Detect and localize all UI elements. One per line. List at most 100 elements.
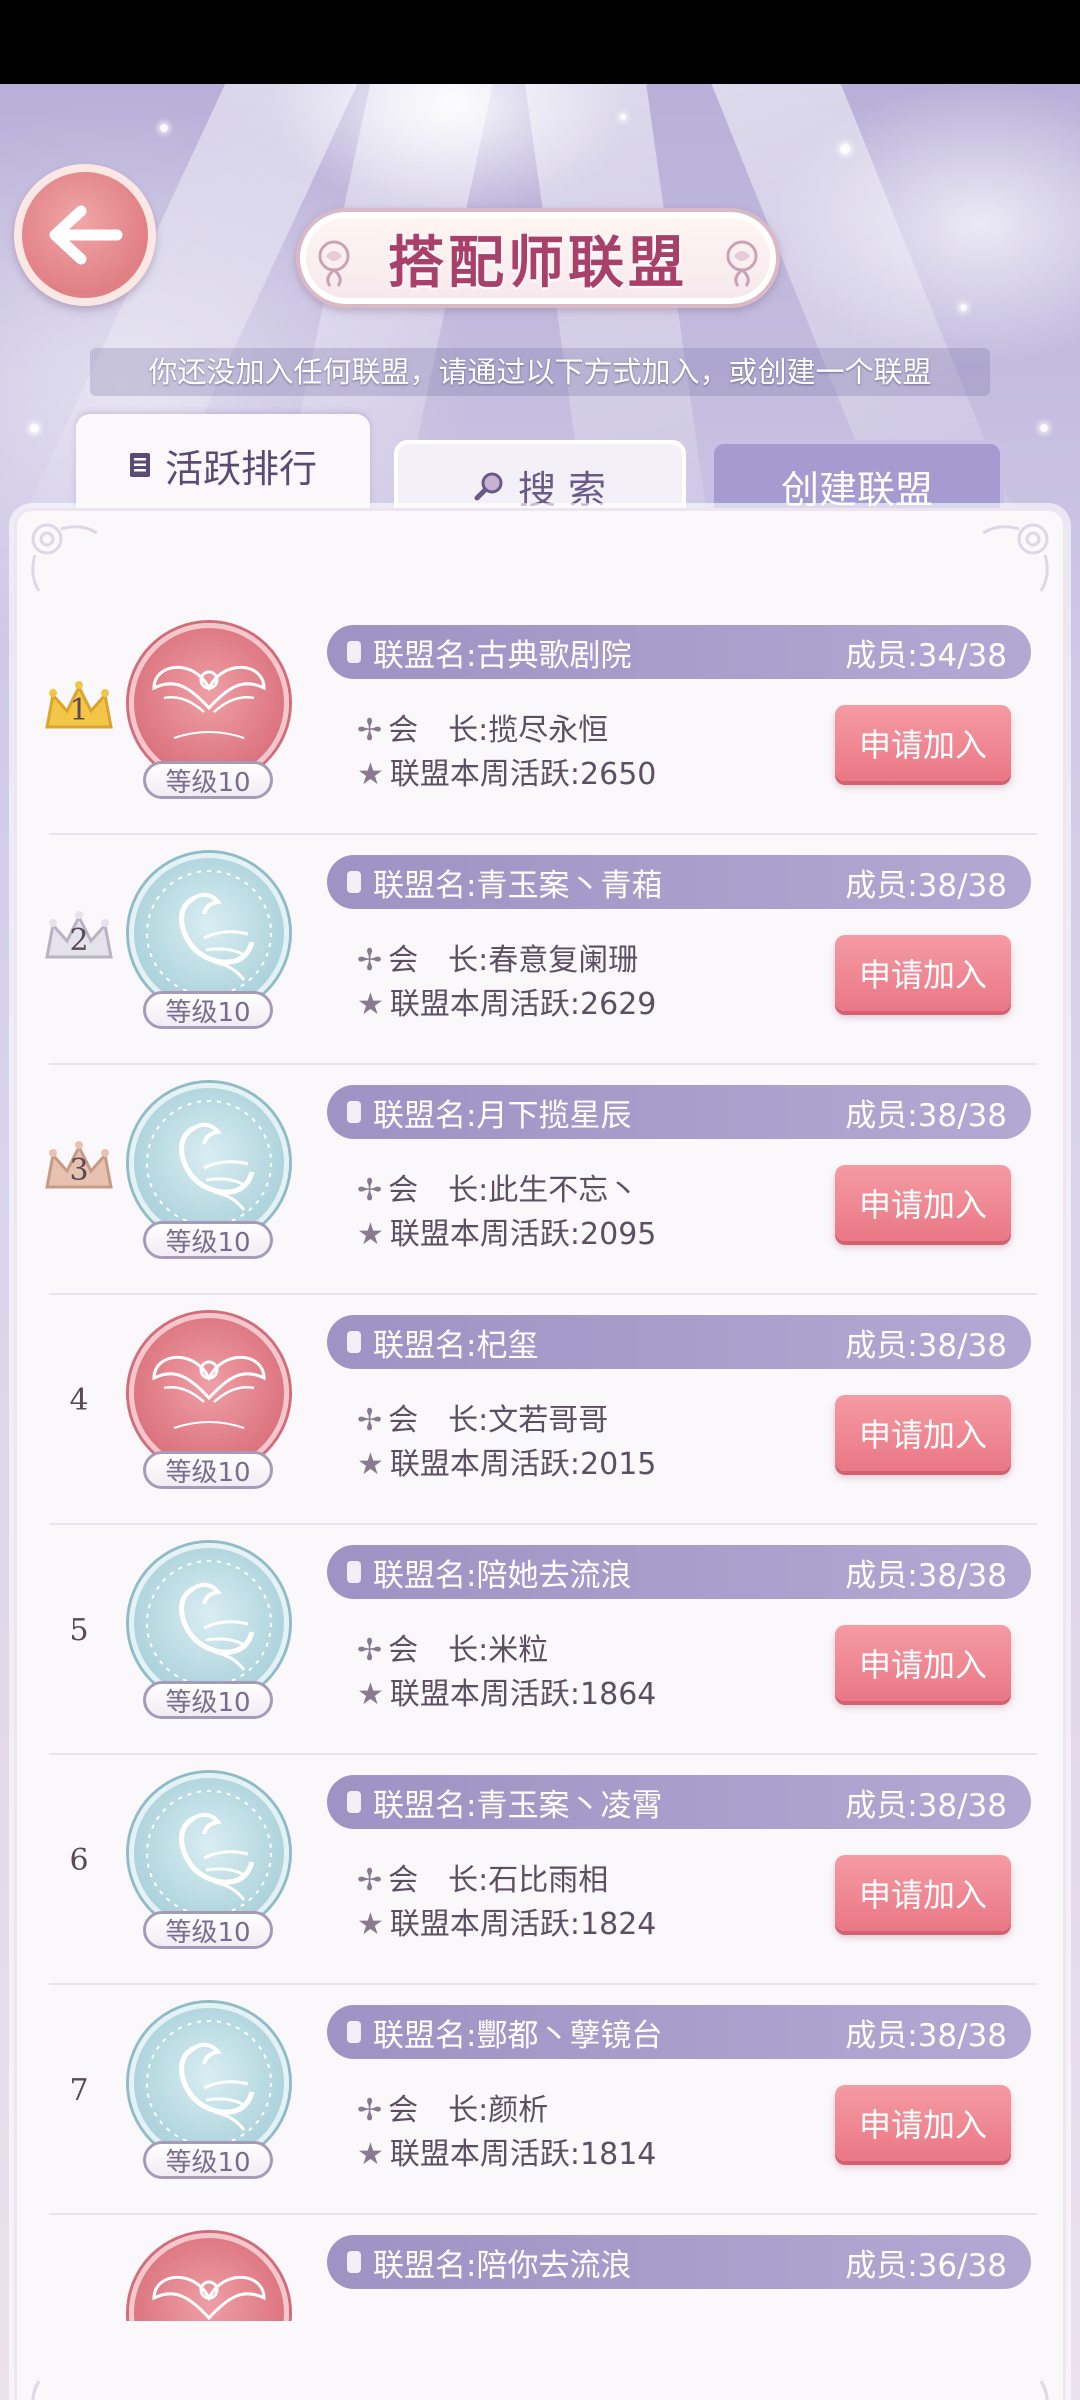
winged-heart-emblem-icon (152, 2275, 266, 2321)
members-prefix: 成员: (845, 1557, 918, 1594)
alliance-name-bar: 联盟名:酆都丶孽镜台 成员:38/38 (327, 2005, 1031, 2059)
join-button[interactable]: 申请加入 (835, 935, 1011, 1011)
search-icon (474, 472, 503, 501)
star-icon: ★ (357, 2137, 384, 2172)
phoenix-emblem-icon (146, 1560, 272, 1686)
alliance-list-panel: 1 等级10 联盟名:古典歌剧院 成员:34/38 ✢ 会 长:揽尽永恒 ★ 联… (14, 508, 1066, 2400)
activity-prefix: 联盟本周活跃: (389, 1217, 581, 1252)
level-badge: 等级10 (143, 1221, 273, 1259)
level-badge: 等级10 (143, 991, 273, 1029)
alliance-name-bar: 联盟名:古典歌剧院 成员:34/38 (327, 625, 1031, 679)
activity-prefix: 联盟本周活跃: (389, 987, 581, 1022)
join-button[interactable]: 申请加入 (835, 1625, 1011, 1701)
alliance-row: 6 等级10 联盟名:青玉案丶凌霄 成员:38/38 ✢ 会 长:石比雨相 ★ … (17, 1755, 1063, 1985)
rose-corner-ornament-icon (31, 2380, 98, 2400)
activity-value: 2629 (580, 987, 657, 1022)
leader-prefix: 会 长: (388, 713, 489, 748)
level-badge: 等级10 (143, 1451, 273, 1489)
alliance-row: 4 等级10 联盟名:杞玺 成员:38/38 ✢ 会 长:文若哥哥 ★ 联盟本周… (17, 1295, 1063, 1525)
leader-name: 米粒 (488, 1633, 549, 1668)
status-bar (0, 0, 1080, 84)
member-count: 38/38 (917, 1787, 1007, 1824)
rank-indicator: 6 (37, 1815, 121, 1895)
alliance-emblem (129, 623, 289, 783)
member-count: 34/38 (917, 637, 1007, 674)
name-prefix: 联盟名: (373, 1787, 477, 1824)
activity-value: 1864 (580, 1677, 657, 1712)
name-prefix: 联盟名: (373, 1557, 477, 1594)
rose-corner-ornament-icon (31, 523, 98, 592)
join-button[interactable]: 申请加入 (835, 705, 1011, 781)
alliance-row-partial: 8 联盟名:陪你去流浪 成员:36/38 (17, 2215, 1063, 2321)
game-screen: 搭配师联盟 你还没加入任何联盟，请通过以下方式加入，或创建一个联盟 活跃排行 搜… (0, 84, 1080, 2400)
alliance-list[interactable]: 1 等级10 联盟名:古典歌剧院 成员:34/38 ✢ 会 长:揽尽永恒 ★ 联… (17, 605, 1063, 2321)
rank-number: 1 (69, 692, 89, 728)
star-icon: ★ (357, 1447, 384, 1482)
member-count: 38/38 (917, 1097, 1007, 1134)
rose-ornament-icon (726, 240, 758, 287)
leader-icon: ✢ (357, 1633, 383, 1668)
name-prefix: 联盟名: (373, 2247, 477, 2284)
members-prefix: 成员: (845, 1327, 918, 1364)
bullet-icon (347, 871, 361, 893)
leader-name: 石比雨相 (488, 1863, 609, 1898)
rank-indicator: 4 (37, 1355, 121, 1435)
members-prefix: 成员: (845, 867, 918, 904)
leader-line: ✢ 会 长:石比雨相 (357, 1855, 608, 1899)
leader-line: ✢ 会 长:春意复阑珊 (357, 935, 638, 979)
alliance-name: 青玉案丶凌霄 (476, 1787, 663, 1824)
winged-heart-emblem-icon (152, 1355, 266, 1429)
leader-icon: ✢ (357, 943, 383, 978)
alliance-name-bar: 联盟名:青玉案丶凌霄 成员:38/38 (327, 1775, 1031, 1829)
list-icon (129, 453, 150, 477)
leader-icon: ✢ (357, 1403, 383, 1438)
leader-prefix: 会 长: (388, 1173, 489, 1208)
level-badge: 等级10 (143, 2141, 273, 2179)
activity-prefix: 联盟本周活跃: (389, 1677, 581, 1712)
name-prefix: 联盟名: (373, 867, 477, 904)
bullet-icon (347, 1791, 361, 1813)
back-button[interactable] (14, 164, 156, 306)
rank-number: 7 (69, 2072, 89, 2108)
rank-indicator: 1 (37, 665, 121, 745)
rank-number: 4 (69, 1382, 89, 1418)
rank-number: 6 (69, 1842, 89, 1878)
star-icon: ★ (357, 987, 384, 1022)
activity-value: 1824 (580, 1907, 657, 1942)
rank-number: 5 (69, 1612, 89, 1648)
tab-label: 活跃排行 (164, 446, 317, 491)
level-badge: 等级10 (143, 1911, 273, 1949)
join-button[interactable]: 申请加入 (835, 1855, 1011, 1931)
alliance-name-bar: 联盟名:月下揽星辰 成员:38/38 (327, 1085, 1031, 1139)
alliance-name: 陪你去流浪 (476, 2247, 632, 2284)
rose-corner-ornament-icon (982, 2380, 1049, 2400)
alliance-name: 杞玺 (476, 1327, 539, 1364)
join-button[interactable]: 申请加入 (835, 2085, 1011, 2161)
name-prefix: 联盟名: (373, 637, 477, 674)
bullet-icon (347, 641, 361, 663)
activity-prefix: 联盟本周活跃: (389, 1907, 581, 1942)
join-button[interactable]: 申请加入 (835, 1165, 1011, 1241)
members-prefix: 成员: (845, 637, 918, 674)
rank-indicator: 2 (37, 895, 121, 975)
join-button[interactable]: 申请加入 (835, 1395, 1011, 1471)
leader-line: ✢ 会 长:此生不忘丶 (357, 1165, 638, 1209)
tab-activity-ranking[interactable]: 活跃排行 (76, 414, 370, 516)
star-icon: ★ (357, 1907, 384, 1942)
sparkle (1040, 424, 1048, 432)
tab-label: 搜 索 (517, 467, 607, 512)
tab-label: 创建联盟 (780, 467, 933, 512)
leader-line: ✢ 会 长:揽尽永恒 (357, 705, 608, 749)
alliance-name: 青玉案丶青葙 (476, 867, 663, 904)
star-icon: ★ (357, 1217, 384, 1252)
activity-value: 1814 (580, 2137, 657, 2172)
alliance-name: 古典歌剧院 (476, 637, 632, 674)
rank-indicator: 7 (37, 2045, 121, 2125)
activity-line: ★ 联盟本周活跃:2629 (357, 979, 656, 1023)
phoenix-emblem-icon (146, 1100, 272, 1226)
phoenix-emblem-icon (146, 2020, 272, 2146)
rank-indicator: 8 (37, 2275, 121, 2321)
leader-name: 文若哥哥 (488, 1403, 609, 1438)
activity-prefix: 联盟本周活跃: (389, 757, 581, 792)
leader-prefix: 会 长: (388, 1633, 489, 1668)
